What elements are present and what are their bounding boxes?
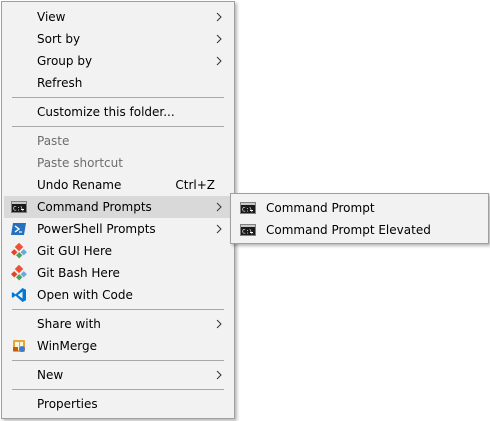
menu-item-powershell-prompts[interactable]: PowerShell Prompts: [4, 218, 232, 240]
command-prompts-submenu: Command Prompt Command Prompt Elevated: [230, 193, 489, 244]
winmerge-icon: [11, 338, 27, 354]
submenu-item-label: Command Prompt: [266, 201, 375, 215]
menu-item-label: Command Prompts: [37, 200, 152, 214]
menu-separator: [12, 97, 224, 98]
menu-item-label: Sort by: [37, 32, 81, 46]
cmd-icon: [240, 200, 256, 216]
menu-item-properties[interactable]: Properties: [4, 393, 232, 415]
menu-item-new[interactable]: New: [4, 364, 232, 386]
menu-separator: [12, 360, 224, 361]
cmd-icon: [11, 199, 27, 215]
menu-item-open-with-code[interactable]: Open with Code: [4, 284, 232, 306]
submenu-arrow-icon: [214, 56, 224, 66]
menu-item-command-prompts[interactable]: Command Prompts: [4, 196, 232, 218]
submenu-item-command-prompt-elevated[interactable]: Command Prompt Elevated: [233, 219, 486, 241]
shortcut-label: Ctrl+Z: [175, 178, 215, 192]
menu-item-label: WinMerge: [37, 339, 97, 353]
menu-item-label: Paste shortcut: [37, 156, 123, 170]
menu-separator: [12, 389, 224, 390]
submenu-arrow-icon: [214, 370, 224, 380]
menu-item-refresh[interactable]: Refresh: [4, 72, 232, 94]
submenu-arrow-icon: [214, 34, 224, 44]
menu-item-sort-by[interactable]: Sort by: [4, 28, 232, 50]
menu-item-label: Customize this folder...: [37, 105, 175, 119]
git-icon: [11, 243, 27, 259]
cmd-icon: [240, 222, 256, 238]
menu-item-view[interactable]: View: [4, 6, 232, 28]
menu-item-label: View: [37, 10, 66, 24]
menu-item-customize-folder[interactable]: Customize this folder...: [4, 101, 232, 123]
git-icon: [11, 265, 27, 281]
menu-item-label: New: [37, 368, 64, 382]
menu-item-label: Group by: [37, 54, 93, 68]
menu-item-undo-rename[interactable]: Undo Rename Ctrl+Z: [4, 174, 232, 196]
menu-separator: [12, 126, 224, 127]
powershell-icon: [11, 221, 27, 237]
menu-separator: [12, 309, 224, 310]
menu-item-paste: Paste: [4, 130, 232, 152]
menu-item-winmerge[interactable]: WinMerge: [4, 335, 232, 357]
menu-item-label: Git GUI Here: [37, 244, 113, 258]
menu-item-label: Git Bash Here: [37, 266, 120, 280]
context-menu: View Sort by Group by Refresh Customize …: [1, 1, 235, 419]
submenu-item-command-prompt[interactable]: Command Prompt: [233, 197, 486, 219]
menu-item-label: Open with Code: [37, 288, 133, 302]
submenu-arrow-icon: [214, 202, 224, 212]
vscode-icon: [11, 287, 27, 303]
menu-item-label: Refresh: [37, 76, 83, 90]
menu-item-label: Properties: [37, 397, 98, 411]
menu-item-label: Paste: [37, 134, 70, 148]
menu-item-label: Share with: [37, 317, 101, 331]
submenu-arrow-icon: [214, 224, 224, 234]
menu-item-label: PowerShell Prompts: [37, 222, 156, 236]
menu-item-group-by[interactable]: Group by: [4, 50, 232, 72]
submenu-arrow-icon: [214, 319, 224, 329]
menu-item-share-with[interactable]: Share with: [4, 313, 232, 335]
menu-item-git-gui-here[interactable]: Git GUI Here: [4, 240, 232, 262]
submenu-arrow-icon: [214, 12, 224, 22]
menu-item-label: Undo Rename: [37, 178, 122, 192]
menu-item-paste-shortcut: Paste shortcut: [4, 152, 232, 174]
submenu-item-label: Command Prompt Elevated: [266, 223, 431, 237]
menu-item-git-bash-here[interactable]: Git Bash Here: [4, 262, 232, 284]
